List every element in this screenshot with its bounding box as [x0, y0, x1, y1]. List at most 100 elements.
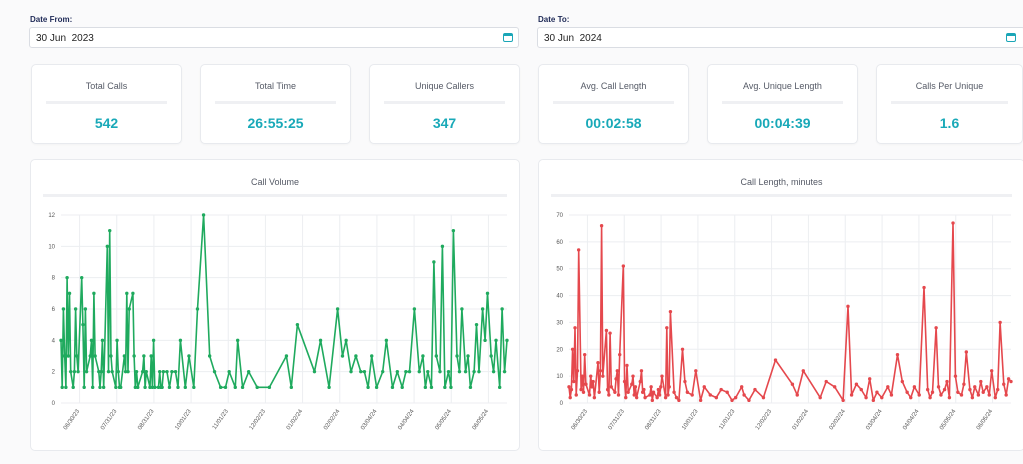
data-point — [660, 374, 664, 378]
data-point — [125, 291, 129, 296]
date-to-field[interactable]: 30 Jun 2024 — [537, 27, 1023, 48]
data-point — [327, 385, 331, 390]
data-point — [69, 369, 73, 374]
x-tick-label: 01/02/24 — [286, 408, 305, 431]
x-tick-label: 02/02/24 — [829, 408, 848, 431]
x-tick-label: 12/02/23 — [755, 408, 774, 431]
y-tick-label: 60 — [556, 240, 563, 246]
calendar-icon[interactable] — [1006, 33, 1016, 42]
data-point — [964, 350, 969, 354]
data-point — [572, 379, 576, 384]
y-tick-label: 12 — [48, 213, 55, 219]
data-point — [841, 398, 845, 403]
data-point — [421, 354, 425, 358]
data-point — [349, 369, 353, 374]
data-point — [312, 369, 317, 374]
data-point — [895, 352, 900, 357]
data-point — [900, 379, 905, 384]
data-point — [930, 390, 935, 394]
data-point — [110, 369, 114, 374]
data-point — [1004, 393, 1008, 397]
call-length-chart: 0 10 20 30 40 50 60 70 06/30/23 07/31/23 08/31/23 1… — [556, 213, 1013, 431]
data-point — [631, 374, 635, 378]
data-point — [423, 385, 428, 390]
data-point — [167, 385, 172, 390]
x-tick-label: 12/02/23 — [249, 408, 268, 431]
data-point — [233, 385, 237, 390]
y-tick-label: 10 — [556, 374, 563, 380]
data-point — [725, 390, 729, 394]
data-point — [959, 393, 964, 397]
x-tick-label: 03/04/24 — [360, 408, 379, 431]
data-point — [417, 369, 421, 374]
data-point — [996, 387, 1000, 392]
data-point — [880, 395, 884, 400]
y-tick-label: 6 — [52, 307, 56, 313]
data-point — [426, 369, 430, 374]
data-point — [88, 354, 92, 358]
data-point — [192, 385, 196, 390]
data-point — [632, 393, 636, 397]
data-point — [685, 390, 690, 394]
x-tick-label: 06/30/23 — [63, 408, 82, 431]
data-point — [212, 369, 217, 374]
data-point — [72, 369, 77, 374]
data-point — [143, 385, 147, 390]
data-point — [449, 385, 453, 390]
data-point — [574, 393, 578, 397]
data-point — [60, 385, 64, 390]
date-to-value: 30 Jun 2024 — [544, 33, 602, 44]
data-point — [366, 385, 370, 390]
data-point — [639, 369, 644, 373]
data-point — [227, 369, 231, 374]
data-point — [790, 382, 795, 386]
data-point — [1006, 377, 1011, 381]
data-point — [318, 338, 323, 343]
data-point — [142, 354, 146, 358]
data-point — [773, 358, 778, 362]
data-point — [160, 385, 164, 390]
stat-title: Total Calls — [85, 81, 128, 91]
data-point — [973, 385, 977, 389]
calendar-icon[interactable] — [503, 33, 513, 42]
data-point — [936, 385, 941, 389]
data-point — [917, 393, 921, 397]
date-from-field[interactable]: 30 Jun 2023 — [29, 27, 519, 48]
data-point — [500, 307, 504, 311]
data-point — [622, 379, 627, 384]
data-point — [463, 369, 468, 374]
x-tick-label: 10/01/23 — [174, 408, 193, 431]
data-point — [114, 385, 118, 390]
data-point — [477, 369, 481, 374]
data-point — [708, 393, 712, 397]
data-point — [674, 395, 679, 400]
data-point — [362, 369, 367, 374]
data-point — [605, 387, 610, 392]
data-point — [84, 369, 89, 374]
data-point — [235, 338, 240, 343]
x-tick-label: 08/31/23 — [644, 408, 663, 431]
data-point — [71, 385, 75, 390]
data-point — [590, 385, 594, 389]
data-point — [76, 369, 80, 374]
data-point — [945, 379, 949, 384]
data-point — [83, 307, 88, 311]
data-point — [108, 228, 112, 233]
x-tick-label: 07/31/23 — [100, 408, 119, 431]
x-tick-label: 06/05/24 — [976, 408, 995, 431]
data-point — [491, 369, 496, 374]
data-point — [665, 326, 669, 330]
data-point — [951, 221, 955, 225]
data-point — [987, 393, 991, 397]
data-point — [165, 369, 169, 374]
data-point — [607, 393, 611, 397]
data-point — [912, 385, 917, 389]
stat-card-unique-callers: Unique Callers 347 — [369, 64, 520, 144]
data-point — [942, 387, 947, 392]
data-point — [457, 369, 462, 374]
data-point — [480, 307, 485, 311]
data-point — [246, 369, 251, 374]
data-point — [621, 264, 626, 268]
data-point — [127, 307, 131, 311]
data-point — [240, 385, 245, 390]
